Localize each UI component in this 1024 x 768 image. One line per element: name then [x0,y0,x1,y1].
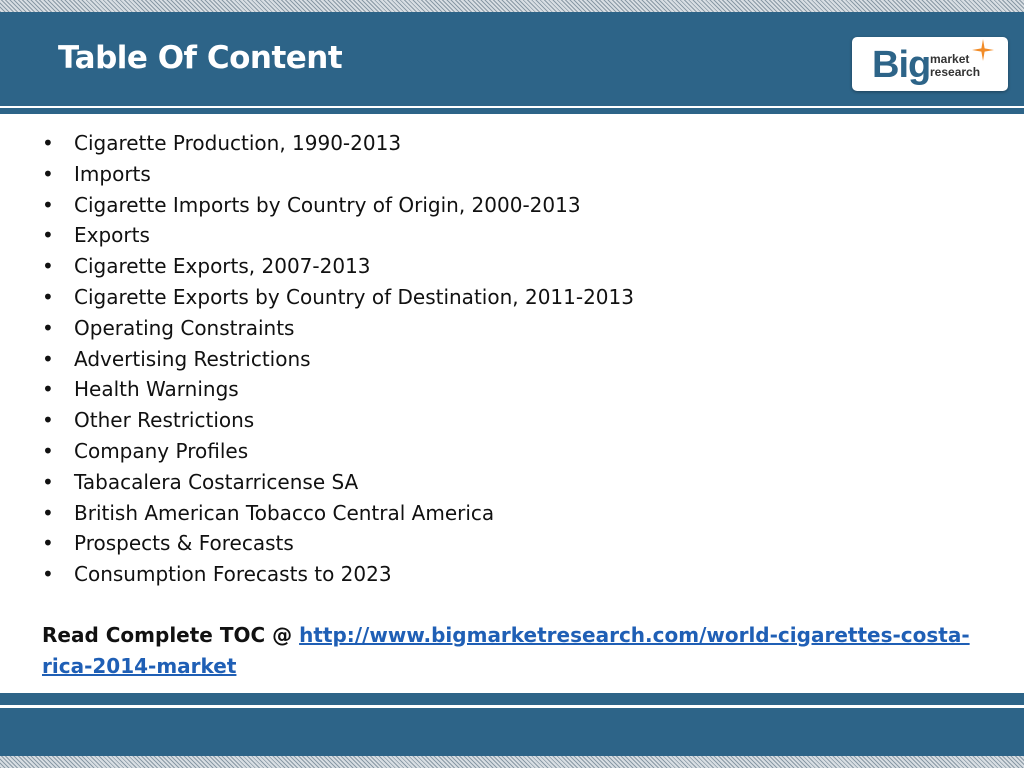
toc-item-label: Operating Constraints [74,315,295,340]
bottom-hatch-border [0,756,1024,768]
toc-item: • British American Tobacco Central Americ… [42,498,634,529]
logo-line-research: research [930,65,981,79]
bullet-icon: • [42,377,54,402]
toc-item-label: Prospects & Forecasts [74,531,294,556]
toc-item-label: Consumption Forecasts to 2023 [74,562,392,587]
toc-item-label: Cigarette Imports by Country of Origin, … [74,192,581,217]
bullet-icon: • [42,161,54,186]
bullet-icon: • [42,562,54,587]
toc-item: • Cigarette Exports by Country of Destina… [42,282,634,313]
toc-item: • Operating Constraints [42,313,634,344]
bullet-icon: • [42,469,54,494]
toc-item-label: Cigarette Exports, 2007-2013 [74,254,371,279]
toc-item: • Tabacalera Costarricense SA [42,467,634,498]
bullet-icon: • [42,254,54,279]
toc-item-label: Other Restrictions [74,408,255,433]
bullet-icon: • [42,131,54,155]
toc-item: • Cigarette Exports, 2007-2013 [42,251,634,282]
page-title: Table Of Content [58,40,343,76]
toc-item: • Cigarette Production, 1990-2013 [42,128,634,159]
toc-item: • Prospects & Forecasts [42,528,634,559]
toc-item: • Consumption Forecasts to 2023 [42,559,634,590]
bullet-icon: • [42,531,54,556]
star-icon [972,39,994,61]
toc-list: • Cigarette Production, 1990-2013 • Imports… [42,128,634,590]
bullet-icon: • [42,315,54,340]
bullet-icon: • [42,346,54,371]
bullet-icon: • [42,192,54,217]
top-hatch-border [0,0,1024,12]
bullet-icon: • [42,223,54,248]
header-stripe [0,108,1024,114]
toc-item-label: Cigarette Production, 1990-2013 [74,131,402,155]
bullet-icon: • [42,408,54,433]
toc-item: • Company Profiles [42,436,634,467]
logo-big-text: Big [872,44,931,86]
bullet-icon: • [42,500,54,525]
toc-item: • Other Restrictions [42,405,634,436]
toc-item-label: Exports [74,223,150,248]
company-logo: Big market research [852,37,1008,91]
toc-item: • Exports [42,220,634,251]
footer-band [0,693,1024,705]
toc-item-label: Health Warnings [74,377,239,402]
bullet-icon: • [42,438,54,463]
footer-stripe [0,708,1024,756]
toc-item-label: Cigarette Exports by Country of Destinat… [74,284,634,309]
read-more: Read Complete TOC @ http://www.bigmarket… [42,620,992,681]
toc-item: • Cigarette Imports by Country of Origin,… [42,190,634,221]
toc-item: • Advertising Restrictions [42,344,634,375]
toc-item-label: Imports [74,161,151,186]
toc-item-label: Advertising Restrictions [74,346,311,371]
toc-item-label: Company Profiles [74,438,249,463]
read-more-label: Read Complete TOC @ [42,623,300,647]
toc-item-label: British American Tobacco Central America [74,500,495,525]
bullet-icon: • [42,284,54,309]
toc-item-label: Tabacalera Costarricense SA [74,469,359,494]
toc-item: • Health Warnings [42,374,634,405]
toc-item: • Imports [42,159,634,190]
